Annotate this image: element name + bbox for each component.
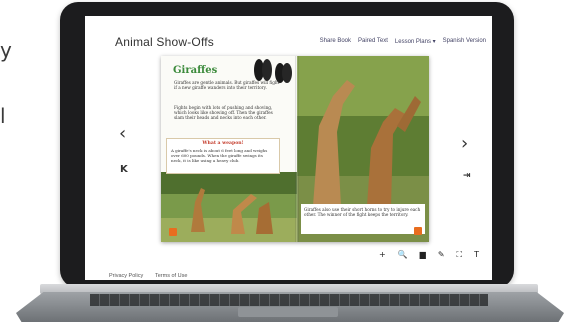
caption-box: Giraffes also use their short horns to t… [301, 204, 425, 234]
callout-title: What a weapon! [202, 141, 244, 146]
background-letter-bottom: l [0, 104, 6, 128]
annotate-icon[interactable]: ✎ [438, 250, 445, 260]
top-navigation: Share Book Paired Text Lesson Plans ▾ Sp… [320, 38, 486, 45]
left-page: Giraffes Giraffes are gentle animals. Bu… [161, 56, 297, 242]
laptop-screen: Animal Show-Offs Share Book Paired Text … [85, 16, 492, 280]
giraffes-fighting-photo-left [161, 172, 297, 242]
fact-callout-box: What a weapon! A giraffe's neck is about… [166, 138, 280, 174]
text-size-icon[interactable]: T [474, 250, 479, 260]
paired-text-link[interactable]: Paired Text [358, 38, 388, 45]
background-letter-top: y [0, 38, 12, 62]
laptop-trackpad [238, 307, 338, 317]
paragraph-fights: Fights begin with lots of pushing and sh… [174, 105, 273, 121]
audio-button-right[interactable] [414, 227, 422, 235]
app-title: Animal Show-Offs [115, 35, 215, 49]
share-book-link[interactable]: Share Book [320, 38, 351, 45]
terms-of-use-link[interactable]: Terms of Use [155, 273, 187, 279]
reader-toolbar: + 🔍 ▆ ✎ ⛶ T [379, 250, 479, 260]
spanish-version-link[interactable]: Spanish Version [443, 38, 486, 45]
caption-text: Giraffes also use their short horns to t… [304, 207, 421, 218]
highlight-icon[interactable]: ▆ [420, 250, 426, 260]
fullscreen-icon[interactable]: ⛶ [457, 250, 463, 260]
laptop-keyboard [90, 294, 488, 306]
last-page-button[interactable]: ⇥ [463, 171, 471, 181]
page-heading: Giraffes [173, 65, 218, 76]
book-spine [295, 56, 299, 242]
zoom-in-icon[interactable]: + [379, 250, 386, 260]
right-page: Giraffes also use their short horns to t… [297, 56, 429, 242]
audio-button-left[interactable] [169, 228, 177, 236]
first-page-button[interactable]: K [120, 164, 128, 175]
search-icon[interactable]: 🔍 [398, 250, 408, 260]
book-spread: Giraffes Giraffes are gentle animals. Bu… [161, 56, 429, 242]
next-page-arrow[interactable]: › [461, 133, 468, 154]
privacy-policy-link[interactable]: Privacy Policy [109, 273, 143, 279]
previous-page-arrow[interactable]: ‹ [119, 123, 126, 144]
paragraph-intro: Giraffes are gentle animals. But giraffe… [174, 80, 280, 91]
callout-body: A giraffe's neck is about 6 feet long an… [171, 148, 268, 163]
lesson-plans-dropdown[interactable]: Lesson Plans ▾ [395, 38, 436, 45]
